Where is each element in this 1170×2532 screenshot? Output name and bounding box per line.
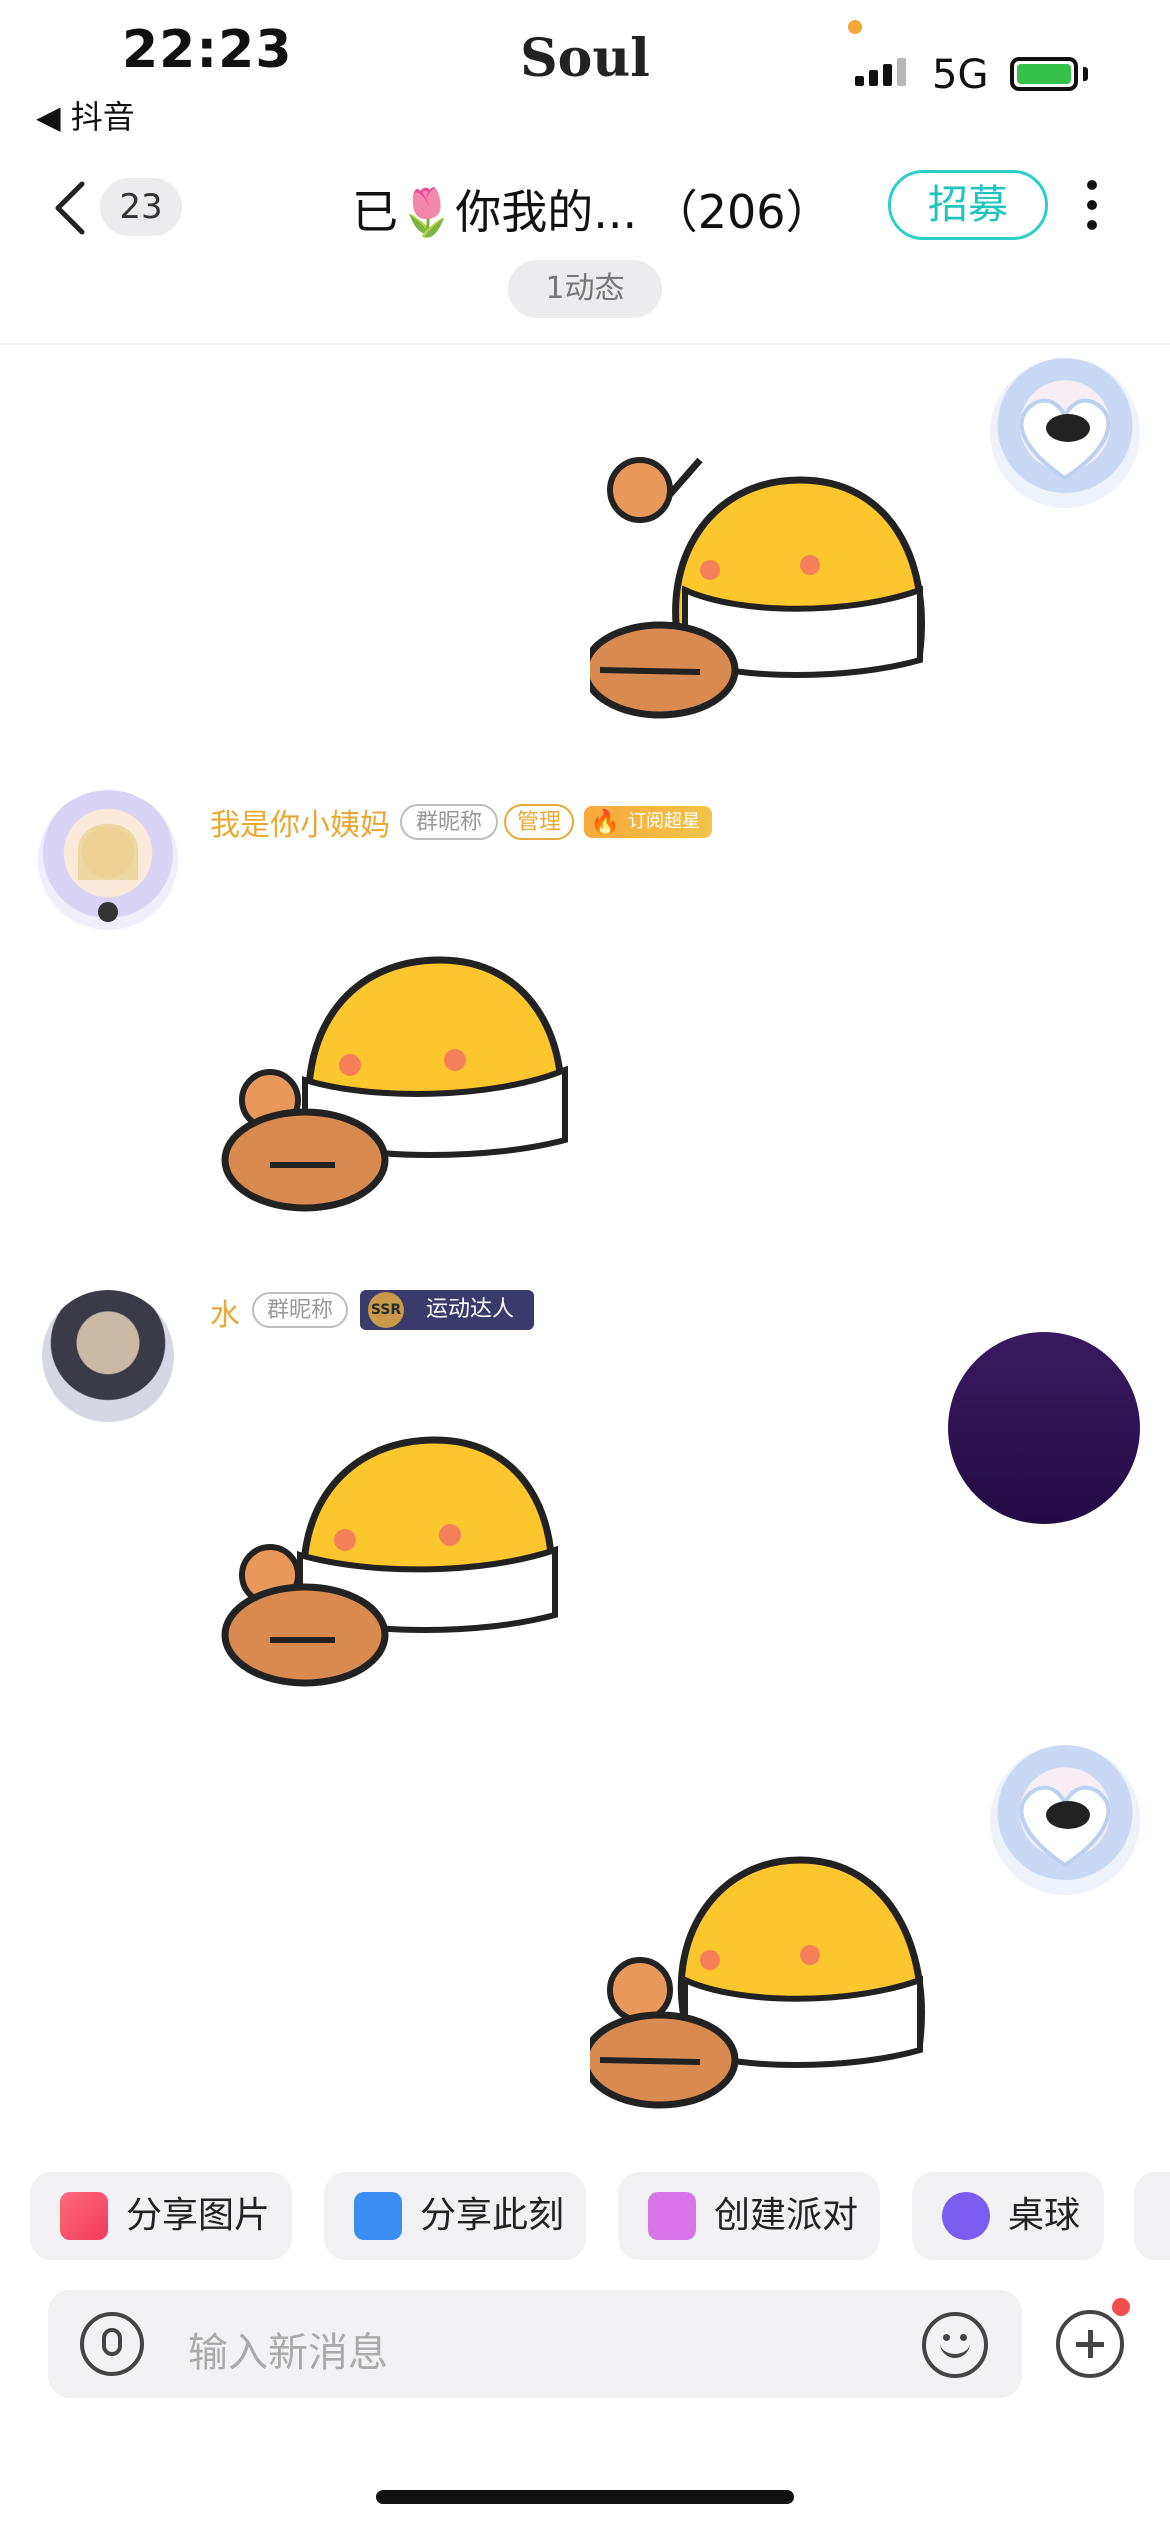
- subscription-badge: 🔥 订阅超星: [584, 806, 712, 838]
- sender-nickname[interactable]: 水: [210, 1290, 240, 1334]
- recruit-button[interactable]: 招募: [888, 170, 1048, 240]
- group-title[interactable]: 已🌷你我的... （206）: [352, 176, 832, 242]
- sticker-image[interactable]: [210, 1435, 570, 1695]
- sport-master-badge: SSR 运动达人: [360, 1290, 534, 1330]
- back-arrow-icon[interactable]: [52, 180, 88, 236]
- sticker-image[interactable]: [590, 1850, 950, 2120]
- party-house-icon: [648, 2192, 696, 2240]
- emoji-icon[interactable]: [922, 2312, 988, 2378]
- back-to-app-link[interactable]: ◀ 抖音: [36, 92, 135, 138]
- sticker-image[interactable]: [210, 950, 580, 1220]
- battery-icon: [1010, 57, 1078, 91]
- sticker-image[interactable]: [590, 440, 950, 730]
- more-actions-pill-partial[interactable]: [1134, 2172, 1170, 2260]
- more-menu-icon[interactable]: [1087, 180, 1097, 240]
- app-name: Soul: [520, 28, 650, 89]
- user-avatar-shui[interactable]: [42, 1290, 174, 1422]
- unread-count-badge[interactable]: 23: [100, 178, 182, 236]
- moments-pill[interactable]: 1动态: [508, 260, 662, 318]
- share-image-button[interactable]: 分享图片: [30, 2172, 292, 2260]
- voice-mic-icon[interactable]: [80, 2312, 144, 2376]
- notification-dot: [1112, 2298, 1130, 2316]
- my-avatar[interactable]: [990, 1745, 1140, 1895]
- admin-tag: 管理: [504, 804, 574, 840]
- create-party-button[interactable]: 创建派对: [618, 2172, 880, 2260]
- sender-nickname[interactable]: 我是你小姨妈: [210, 800, 390, 844]
- battery-tip: [1083, 67, 1088, 81]
- privacy-indicator-dot: [848, 20, 862, 34]
- share-moment-button[interactable]: 分享此刻: [324, 2172, 586, 2260]
- message-input[interactable]: 输入新消息: [188, 2320, 388, 2378]
- billiards-button[interactable]: 桌球: [912, 2172, 1104, 2260]
- group-nickname-tag: 群昵称: [252, 1292, 348, 1328]
- camera-icon: [354, 2192, 402, 2240]
- home-indicator[interactable]: [376, 2490, 794, 2504]
- billiards-icon: [942, 2192, 990, 2240]
- plus-more-icon[interactable]: [1056, 2310, 1124, 2378]
- group-nickname-tag: 群昵称: [400, 804, 498, 840]
- floating-planet-ball[interactable]: [948, 1332, 1140, 1524]
- ssr-badge-icon: SSR: [368, 1292, 404, 1328]
- network-type: 5G: [932, 52, 989, 98]
- image-icon: [60, 2192, 108, 2240]
- user-avatar-xiaoyima[interactable]: [38, 790, 178, 930]
- my-avatar[interactable]: [990, 358, 1140, 508]
- signal-icon: [855, 58, 911, 86]
- header-divider: [0, 343, 1170, 345]
- badge-flame-icon: 🔥: [590, 808, 620, 836]
